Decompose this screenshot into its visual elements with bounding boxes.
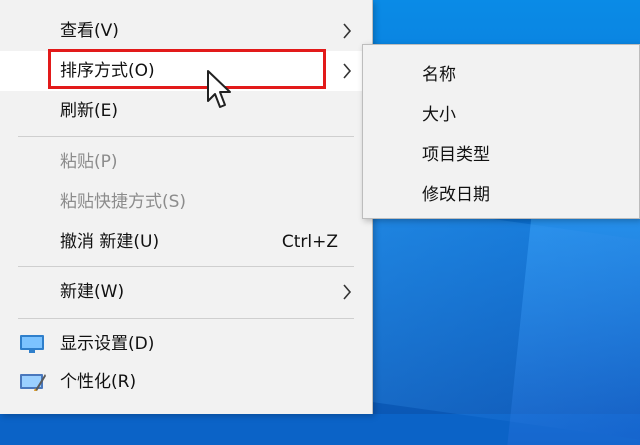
menu-item-paste-shortcut[interactable]: 粘贴快捷方式(S) — [0, 182, 372, 222]
submenu-item-label: 修改日期 — [422, 185, 490, 205]
menu-item-label: 查看(V) — [60, 21, 119, 41]
personalize-icon — [20, 374, 46, 391]
menu-item-personalize[interactable]: 个性化(R) — [0, 362, 372, 402]
menu-item-display-settings[interactable]: 显示设置(D) — [0, 324, 372, 364]
menu-separator — [18, 266, 354, 267]
submenu-item-name[interactable]: 名称 — [363, 55, 639, 95]
submenu-item-label: 名称 — [422, 65, 456, 85]
menu-item-label: 新建(W) — [60, 282, 125, 302]
display-settings-icon — [20, 335, 44, 353]
menu-item-label: 个性化(R) — [60, 372, 137, 392]
menu-item-shortcut: Ctrl+Z — [281, 232, 338, 252]
mouse-cursor-icon — [207, 70, 231, 108]
submenu-item-size[interactable]: 大小 — [363, 95, 639, 135]
menu-item-refresh[interactable]: 刷新(E) — [0, 91, 372, 131]
submenu-item-type[interactable]: 项目类型 — [363, 135, 639, 175]
menu-item-new[interactable]: 新建(W) — [0, 272, 372, 312]
menu-item-view[interactable]: 查看(V) — [0, 11, 372, 51]
submenu-item-label: 项目类型 — [422, 145, 490, 165]
menu-item-label: 撤消 新建(U) — [60, 232, 160, 252]
menu-item-label: 粘贴快捷方式(S) — [60, 192, 187, 212]
menu-item-label: 粘贴(P) — [60, 152, 118, 172]
menu-item-label: 显示设置(D) — [60, 334, 155, 354]
menu-separator — [18, 318, 354, 319]
submenu-item-date-modified[interactable]: 修改日期 — [363, 175, 639, 215]
chevron-right-icon — [343, 284, 352, 300]
sort-by-submenu: 名称 大小 项目类型 修改日期 — [362, 44, 640, 219]
menu-separator — [18, 136, 354, 137]
submenu-item-label: 大小 — [422, 105, 456, 125]
menu-item-undo-new[interactable]: 撤消 新建(U) Ctrl+Z — [0, 222, 372, 262]
annotation-highlight-box — [48, 49, 326, 89]
chevron-right-icon — [343, 23, 352, 39]
menu-item-label: 刷新(E) — [60, 101, 119, 121]
menu-item-paste[interactable]: 粘贴(P) — [0, 142, 372, 182]
chevron-right-icon — [343, 63, 352, 79]
